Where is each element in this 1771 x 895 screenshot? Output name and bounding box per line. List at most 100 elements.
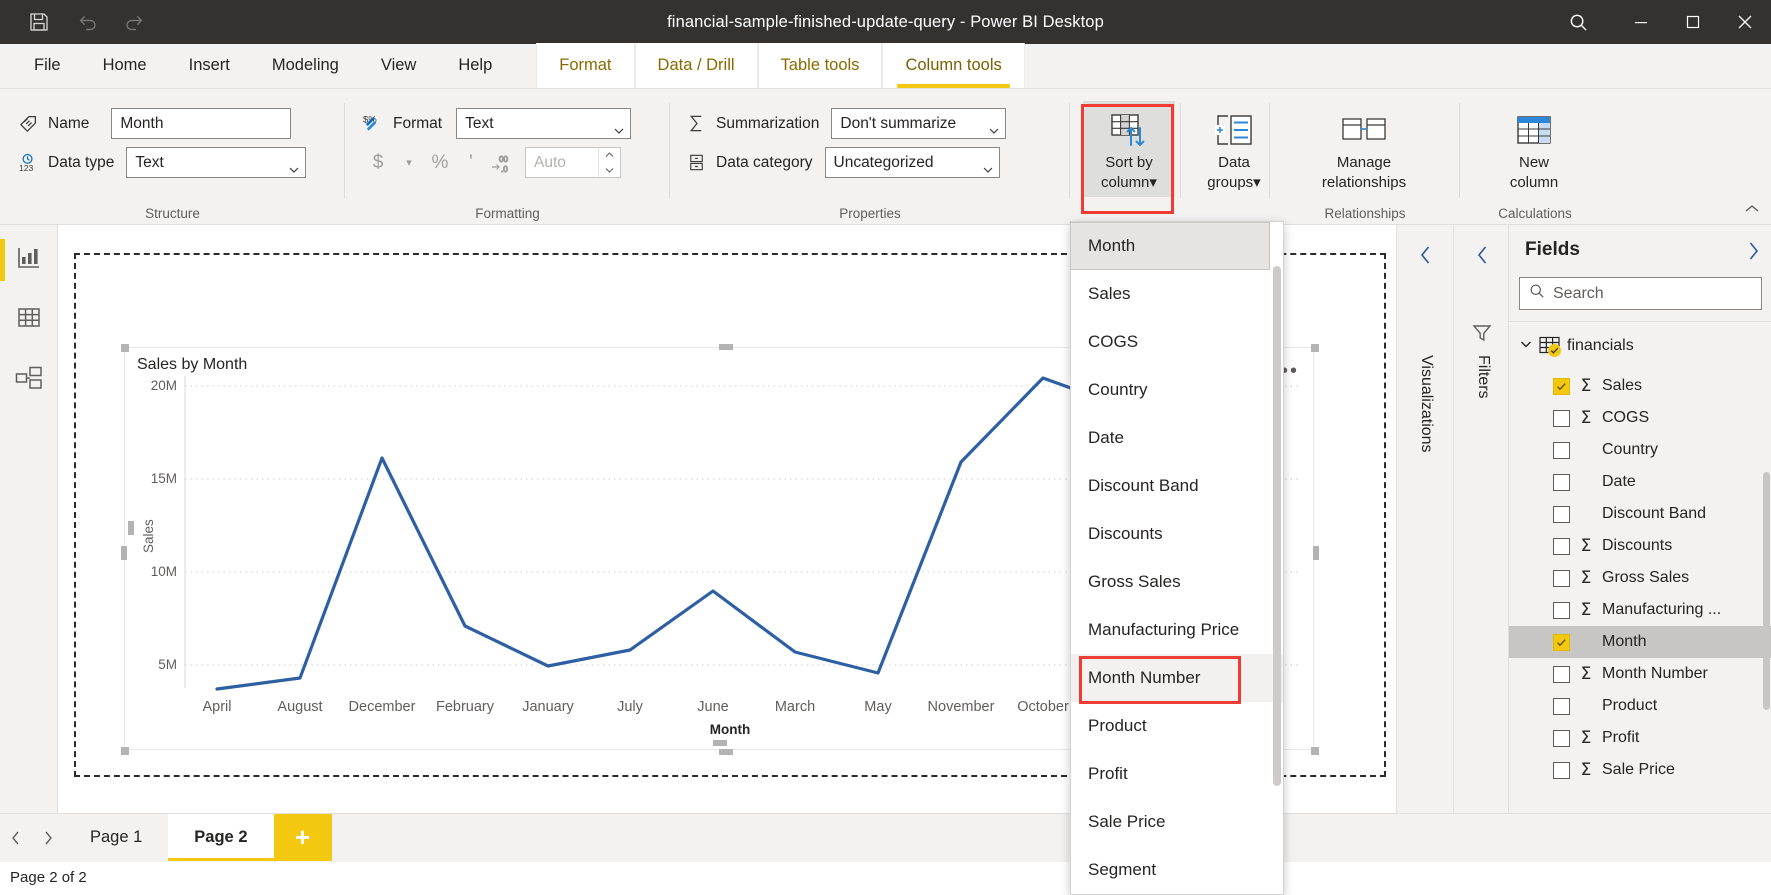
stepper-down-icon[interactable]: [599, 163, 620, 178]
fields-list[interactable]: financials Σ Sales Σ COGS Σ Country Σ Da…: [1509, 322, 1771, 813]
field-item-sale-price[interactable]: Σ Sale Price: [1509, 754, 1771, 786]
menu-item-product[interactable]: Product: [1071, 702, 1283, 750]
field-checkbox[interactable]: [1553, 442, 1570, 459]
summarization-select[interactable]: Don't summarize: [831, 108, 1006, 139]
field-checkbox[interactable]: [1553, 634, 1570, 651]
field-checkbox[interactable]: [1553, 666, 1570, 683]
minimize-button[interactable]: [1615, 0, 1667, 44]
chevron-down-icon[interactable]: [1519, 337, 1533, 356]
field-item-cogs[interactable]: Σ COGS: [1509, 402, 1771, 434]
menu-item-gross-sales[interactable]: Gross Sales: [1071, 558, 1283, 606]
save-icon[interactable]: [28, 11, 50, 33]
field-item-sales[interactable]: Σ Sales: [1509, 370, 1771, 402]
tab-insert[interactable]: Insert: [169, 43, 250, 88]
field-checkbox[interactable]: [1553, 762, 1570, 779]
field-item-discount-band[interactable]: Σ Discount Band: [1509, 498, 1771, 530]
page-tab-page-2[interactable]: Page 2: [168, 814, 273, 862]
menu-item-country[interactable]: Country: [1071, 366, 1283, 414]
page-next-button[interactable]: [32, 814, 64, 862]
undo-icon[interactable]: [76, 11, 98, 33]
field-item-country[interactable]: Σ Country: [1509, 434, 1771, 466]
thousands-separator-button[interactable]: ': [458, 149, 484, 177]
stepper-up-icon[interactable]: [599, 148, 620, 163]
tab-view[interactable]: View: [361, 43, 436, 88]
percent-format-button[interactable]: %: [427, 149, 453, 177]
field-checkbox[interactable]: [1553, 570, 1570, 587]
fields-scrollbar[interactable]: [1763, 472, 1770, 710]
data-type-icon: 123: [18, 152, 40, 174]
redo-icon[interactable]: [124, 11, 146, 33]
field-checkbox[interactable]: [1553, 602, 1570, 619]
collapse-visualizations-button[interactable]: [1408, 238, 1442, 272]
collapse-ribbon-button[interactable]: [1743, 202, 1761, 220]
currency-format-button[interactable]: $: [365, 149, 391, 177]
field-checkbox[interactable]: [1553, 410, 1570, 427]
decimal-places-icon[interactable]: 00 .0: [489, 149, 515, 177]
field-checkbox[interactable]: [1553, 378, 1570, 395]
menu-item-sale-price[interactable]: Sale Price: [1071, 798, 1283, 846]
collapse-filters-button[interactable]: [1465, 238, 1499, 272]
sort-by-column-button[interactable]: Sort by column▾: [1083, 101, 1175, 197]
page-prev-button[interactable]: [0, 814, 32, 862]
decimal-places-stepper[interactable]: Auto: [525, 147, 621, 178]
page-tab-page-1[interactable]: Page 1: [64, 814, 168, 862]
menu-item-month-number[interactable]: Month Number: [1071, 654, 1283, 702]
field-checkbox[interactable]: [1553, 538, 1570, 555]
menu-item-sales[interactable]: Sales: [1071, 270, 1283, 318]
close-button[interactable]: [1719, 0, 1771, 44]
field-item-discounts[interactable]: Σ Discounts: [1509, 530, 1771, 562]
field-item-date[interactable]: Σ Date: [1509, 466, 1771, 498]
currency-dropdown-icon[interactable]: ▾: [396, 149, 422, 177]
expand-fields-pane-button[interactable]: [1747, 241, 1760, 266]
visualizations-label[interactable]: Visualizations: [1417, 355, 1435, 453]
field-checkbox[interactable]: [1553, 698, 1570, 715]
field-item-gross-sales[interactable]: Σ Gross Sales: [1509, 562, 1771, 594]
datatype-select[interactable]: Text: [126, 147, 306, 178]
menu-item-profit[interactable]: Profit: [1071, 750, 1283, 798]
menu-item-month[interactable]: Month: [1070, 222, 1270, 270]
manage-relationships-button[interactable]: Manage relationships: [1294, 101, 1434, 197]
sort-by-column-menu[interactable]: Month Sales COGS Country Date Discount B…: [1070, 221, 1284, 895]
tab-table-tools[interactable]: Table tools: [758, 43, 883, 88]
field-item-product[interactable]: Σ Product: [1509, 690, 1771, 722]
maximize-button[interactable]: [1667, 0, 1719, 44]
rail-item-data-view[interactable]: [0, 293, 58, 347]
rail-item-model-view[interactable]: [0, 353, 58, 407]
format-select[interactable]: Text: [456, 108, 631, 139]
menu-item-discount-band[interactable]: Discount Band: [1071, 462, 1283, 510]
filter-icon[interactable]: [1472, 323, 1492, 348]
filters-label[interactable]: Filters: [1474, 355, 1492, 399]
datacategory-select[interactable]: Uncategorized: [825, 147, 1000, 178]
data-groups-button[interactable]: Data groups▾: [1188, 101, 1280, 197]
fields-search-input[interactable]: Search: [1519, 277, 1762, 310]
sort-menu-scrollbar[interactable]: [1273, 266, 1281, 786]
menu-item-discounts[interactable]: Discounts: [1071, 510, 1283, 558]
field-item-profit[interactable]: Σ Profit: [1509, 722, 1771, 754]
search-icon[interactable]: [1541, 0, 1615, 44]
name-input[interactable]: Month: [111, 108, 291, 139]
y-axis-handle[interactable]: [128, 521, 134, 535]
rail-item-report-view[interactable]: [0, 233, 58, 287]
menu-item-date[interactable]: Date: [1071, 414, 1283, 462]
field-item-manufacturing-price[interactable]: Σ Manufacturing ...: [1509, 594, 1771, 626]
tab-column-tools[interactable]: Column tools: [882, 43, 1024, 88]
tab-format[interactable]: Format: [536, 43, 634, 88]
field-checkbox[interactable]: [1553, 730, 1570, 747]
tab-modeling[interactable]: Modeling: [252, 43, 359, 88]
field-checkbox[interactable]: [1553, 474, 1570, 491]
field-item-month-number[interactable]: Σ Month Number: [1509, 658, 1771, 690]
field-checkbox[interactable]: [1553, 506, 1570, 523]
field-item-month[interactable]: Σ Month: [1509, 626, 1771, 658]
tab-data-drill[interactable]: Data / Drill: [635, 43, 758, 88]
stepper-arrows[interactable]: [598, 148, 620, 177]
menu-item-manufacturing-price[interactable]: Manufacturing Price: [1071, 606, 1283, 654]
tab-home[interactable]: Home: [83, 43, 167, 88]
menu-item-cogs[interactable]: COGS: [1071, 318, 1283, 366]
x-axis-handle[interactable]: [713, 740, 727, 746]
fields-table-financials[interactable]: financials: [1509, 330, 1771, 362]
add-page-button[interactable]: +: [274, 814, 332, 862]
tab-file[interactable]: File: [14, 43, 81, 88]
menu-item-segment[interactable]: Segment: [1071, 846, 1283, 894]
tab-help[interactable]: Help: [438, 43, 512, 88]
new-column-button[interactable]: New column: [1488, 101, 1580, 197]
